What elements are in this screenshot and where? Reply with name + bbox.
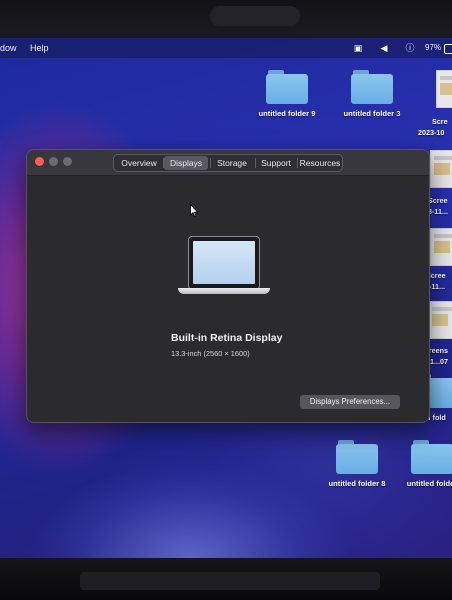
battery-percentage: 97% [425, 43, 442, 52]
bezel-bottom [0, 558, 452, 600]
desktop: dow Help ▣ ◀ ⓘ 97% untitled folder 9 unt… [0, 38, 452, 558]
displays-preferences-button[interactable]: Displays Preferences... [300, 395, 400, 409]
tab-resources[interactable]: Resources [298, 155, 342, 171]
macbook-display-icon [178, 236, 270, 300]
menu-item-window[interactable]: dow [0, 38, 17, 58]
folder-icon [351, 70, 393, 104]
menu-item-help[interactable]: Help [30, 38, 49, 58]
folder-icon [411, 440, 452, 474]
bezel-top [0, 0, 452, 40]
display-resolution: 13.3-inch (2560 × 1600) [171, 349, 250, 358]
desktop-folder-label: untitled folder 3 [343, 109, 401, 118]
screenshot-file-icon[interactable] [430, 228, 452, 266]
file-label: Scree [428, 196, 448, 205]
camera-housing [210, 6, 300, 26]
screen-mirroring-icon[interactable]: ▣ [352, 42, 364, 54]
folder-icon [336, 440, 378, 474]
file-label: 2023-10 [418, 128, 445, 137]
desktop-folder[interactable]: untitled folder [392, 440, 452, 488]
tab-support[interactable]: Support [256, 155, 296, 171]
tab-storage[interactable]: Storage [211, 155, 253, 171]
desktop-folder-label: untitled folder [406, 479, 452, 488]
window-titlebar[interactable]: Overview Displays Storage Support Resour… [27, 150, 429, 176]
file-label: Scre [432, 117, 448, 126]
desktop-folder-label: untitled folder 8 [328, 479, 386, 488]
volume-icon[interactable]: ◀ [378, 42, 390, 54]
folder-icon [266, 70, 308, 104]
tab-overview[interactable]: Overview [116, 155, 162, 171]
desktop-folder[interactable]: untitled folder 8 [317, 440, 397, 488]
info-icon[interactable]: ⓘ [404, 42, 416, 54]
tab-bar: Overview Displays Storage Support Resour… [113, 154, 343, 172]
screenshot-file-icon[interactable] [436, 70, 452, 108]
screenshot-file-icon[interactable] [430, 150, 452, 188]
screenshot-file-icon[interactable] [428, 301, 452, 339]
cursor-icon [190, 204, 198, 217]
menu-bar: dow Help ▣ ◀ ⓘ 97% [0, 38, 452, 58]
close-button[interactable] [35, 157, 44, 166]
zoom-button[interactable] [63, 157, 72, 166]
minimize-button[interactable] [49, 157, 58, 166]
desktop-folder[interactable]: untitled folder 3 [332, 70, 412, 118]
desktop-folder[interactable]: untitled folder 9 [247, 70, 327, 118]
display-name: Built-in Retina Display [171, 332, 283, 344]
battery-icon[interactable] [444, 44, 452, 54]
tab-displays[interactable]: Displays [164, 156, 208, 170]
desktop-folder-label: untitled folder 9 [258, 109, 316, 118]
about-this-mac-window: Overview Displays Storage Support Resour… [26, 149, 430, 423]
